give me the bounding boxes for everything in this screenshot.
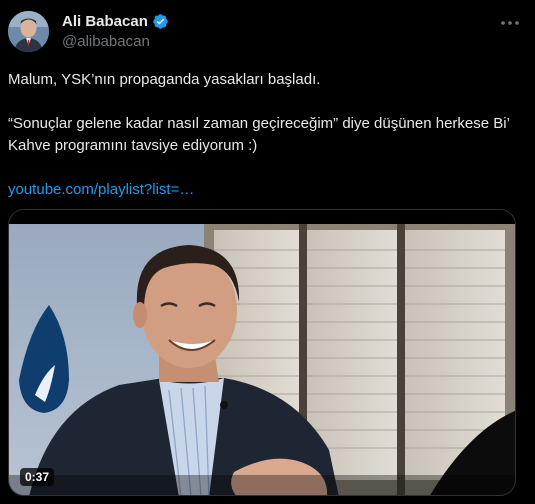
video-duration: 0:37 <box>20 468 55 486</box>
tweet: Ali Babacan @alibabacan Malum, YSK’nın p… <box>0 0 535 504</box>
author-name-row: Ali Babacan <box>62 13 169 30</box>
avatar-image <box>8 11 49 52</box>
tweet-text: Malum, YSK’nın propaganda yasakları başl… <box>8 69 523 201</box>
tweet-text-line: “Sonuçlar gelene kadar nasıl zaman geçir… <box>8 115 510 154</box>
video-thumbnail <box>9 210 515 495</box>
avatar[interactable] <box>8 11 49 52</box>
tweet-link[interactable]: youtube.com/playlist?list=… <box>8 181 194 198</box>
author-handle[interactable]: @alibabacan <box>62 33 150 50</box>
video-player[interactable]: 0:37 <box>8 209 516 496</box>
tweet-text-line: Malum, YSK’nın propaganda yasakları başl… <box>8 71 321 88</box>
more-options-icon[interactable] <box>499 13 521 33</box>
verified-badge-icon <box>152 13 169 30</box>
author-display-name[interactable]: Ali Babacan <box>62 13 148 30</box>
